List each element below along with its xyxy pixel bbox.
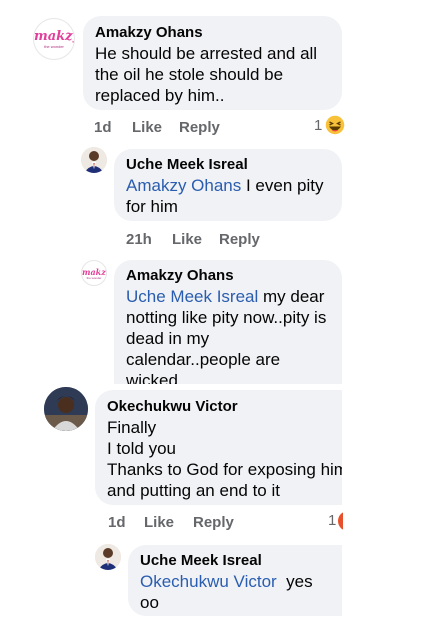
- comment-actions: 21h Like Reply: [126, 229, 260, 249]
- comment-text: Okechukwu Victor yes oo Daddy, No more l…: [140, 571, 330, 616]
- avatar-logo-text: makzy: [34, 29, 74, 44]
- angry-emoji-icon[interactable]: [337, 510, 343, 532]
- avatar[interactable]: makzy the wonder: [81, 260, 107, 286]
- comment-text: Amakzy Ohans I even pity for him: [126, 175, 330, 217]
- avatar[interactable]: [44, 387, 88, 431]
- reply-button[interactable]: Reply: [219, 231, 260, 248]
- comment-text: He should be arrested and all the oil he…: [95, 44, 318, 105]
- comment-author[interactable]: Okechukwu Victor: [107, 397, 330, 417]
- reply-button[interactable]: Reply: [193, 514, 234, 531]
- comment-bubble: Okechukwu Victor Finally I told you Than…: [95, 390, 342, 505]
- avatar[interactable]: [95, 544, 121, 570]
- like-button[interactable]: Like: [144, 514, 193, 531]
- comment-text: Finally I told you Thanks to God for exp…: [107, 418, 342, 500]
- reaction-count[interactable]: 1: [314, 117, 322, 134]
- mention-link[interactable]: Okechukwu Victor: [140, 572, 277, 591]
- reply-bubble: Uche Meek Isreal Okechukwu Victor yes oo…: [128, 545, 342, 616]
- comment-author[interactable]: Uche Meek Isreal: [140, 551, 330, 571]
- avatar-logo-subtext: the wonder: [86, 276, 102, 280]
- like-button[interactable]: Like: [172, 231, 219, 248]
- laughing-emoji-icon[interactable]: [324, 114, 346, 136]
- avatar[interactable]: makzy the wonder: [33, 18, 75, 60]
- comment-author[interactable]: Amakzy Ohans: [126, 266, 330, 286]
- reaction-count[interactable]: 1: [328, 512, 336, 529]
- comment-actions: 1d Like Reply: [94, 117, 220, 137]
- reply-button[interactable]: Reply: [179, 119, 220, 136]
- comment-bubble: Amakzy Ohans He should be arrested and a…: [83, 16, 342, 110]
- avatar[interactable]: [81, 147, 107, 173]
- comment-time[interactable]: 1d: [94, 119, 132, 136]
- reply-bubble: Uche Meek Isreal Amakzy Ohans I even pit…: [114, 149, 342, 221]
- comment-author[interactable]: Amakzy Ohans: [95, 23, 330, 43]
- mention-link[interactable]: Uche Meek Isreal: [126, 287, 258, 306]
- comment-time[interactable]: 21h: [126, 231, 172, 248]
- reply-bubble: Amakzy Ohans Uche Meek Isreal my dear no…: [114, 260, 342, 384]
- comment-author[interactable]: Uche Meek Isreal: [126, 155, 330, 175]
- mention-link[interactable]: Amakzy Ohans: [126, 176, 241, 195]
- comment-time[interactable]: 1d: [108, 514, 144, 531]
- like-button[interactable]: Like: [132, 119, 179, 136]
- avatar-logo-subtext: the wonder: [44, 44, 64, 49]
- comment-actions: 1d Like Reply: [108, 512, 234, 532]
- comment-text: Uche Meek Isreal my dear notting like pi…: [126, 286, 330, 384]
